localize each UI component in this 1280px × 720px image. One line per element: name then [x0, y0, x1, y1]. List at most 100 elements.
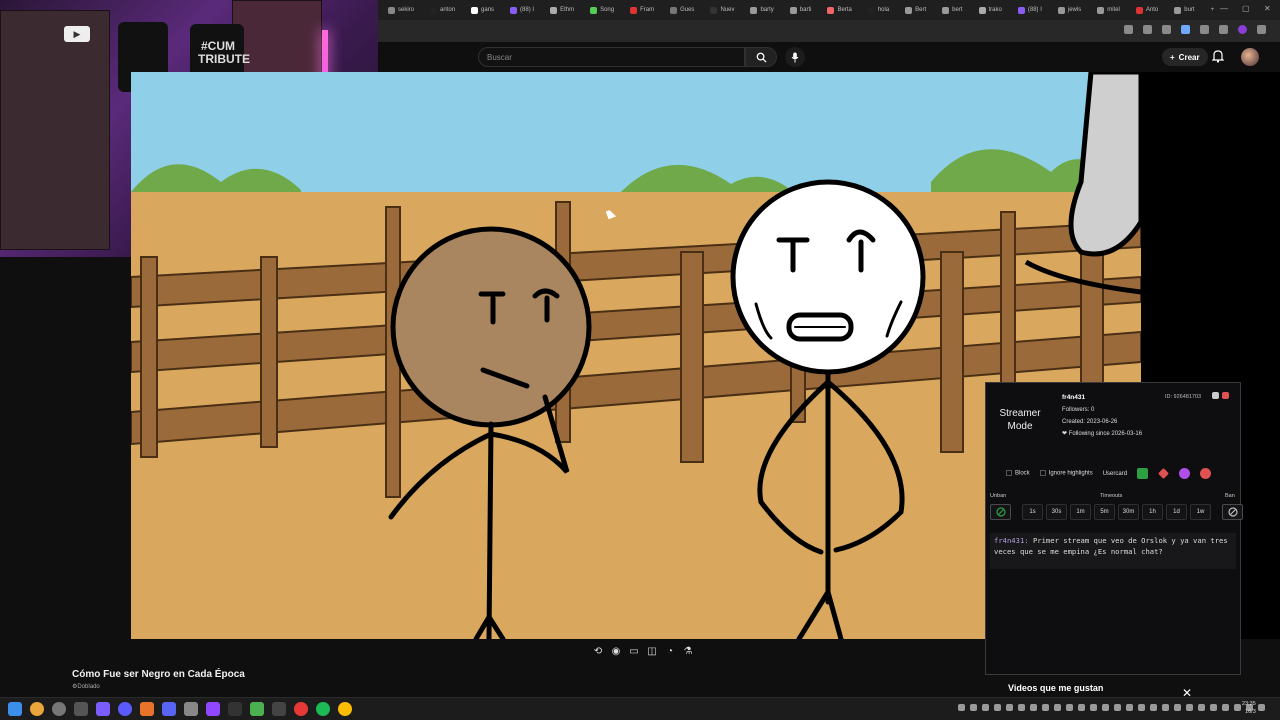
- browser-tab[interactable]: Berta: [821, 2, 857, 18]
- app-grid-icon[interactable]: [96, 702, 110, 716]
- tray-icon[interactable]: [1018, 704, 1025, 711]
- search-taskbar-icon[interactable]: [30, 702, 44, 716]
- tray-icon[interactable]: [1234, 704, 1241, 711]
- unban-button[interactable]: [990, 504, 1011, 520]
- tray-icon[interactable]: [1090, 704, 1097, 711]
- create-button[interactable]: + Crear: [1162, 48, 1208, 66]
- browser-tab[interactable]: gans: [465, 2, 500, 18]
- tray-icon[interactable]: [994, 704, 1001, 711]
- taskbar-clock[interactable]: 23:35 16/3: [1242, 700, 1256, 716]
- liked-videos-header[interactable]: Videos que me gustan: [1000, 679, 1200, 697]
- browser-tab[interactable]: Anto: [1130, 2, 1164, 18]
- experiment-icon[interactable]: ⚗: [682, 645, 694, 657]
- usercard-username[interactable]: fr4n431: [1062, 394, 1085, 401]
- unvip-gem-icon[interactable]: [1200, 468, 1212, 479]
- screenshot-icon[interactable]: ◫: [646, 645, 658, 657]
- menu-icon[interactable]: [1257, 25, 1266, 34]
- audio-icon[interactable]: ◉: [610, 645, 622, 657]
- tiktok-icon[interactable]: [228, 702, 242, 716]
- search-input[interactable]: Buscar: [478, 47, 745, 67]
- user-avatar[interactable]: [1241, 48, 1259, 66]
- tray-icon[interactable]: [1102, 704, 1109, 711]
- app-icon[interactable]: [184, 702, 198, 716]
- extension-icon[interactable]: [1162, 25, 1171, 34]
- tray-icon[interactable]: [1042, 704, 1049, 711]
- notifications-bell-icon[interactable]: [1212, 49, 1224, 63]
- profile-icon[interactable]: [1238, 25, 1247, 34]
- browser-tab[interactable]: barti: [784, 2, 818, 18]
- tray-icon[interactable]: [1174, 704, 1181, 711]
- browser-tab[interactable]: sekiro: [382, 2, 420, 18]
- chrome-icon[interactable]: [338, 702, 352, 716]
- block-checkbox[interactable]: [1006, 470, 1012, 477]
- browser-tab[interactable]: anton: [424, 2, 461, 18]
- tray-icon[interactable]: [1150, 704, 1157, 711]
- tray-icon[interactable]: [970, 704, 977, 711]
- browser-tab[interactable]: mitel: [1091, 2, 1126, 18]
- browser-tab[interactable]: bert: [936, 2, 968, 18]
- extension-icon[interactable]: [1200, 25, 1209, 34]
- browser-tab[interactable]: (88) I: [504, 2, 540, 18]
- maximize-icon[interactable]: ▢: [1242, 4, 1250, 13]
- browser-tab[interactable]: (88) I: [1012, 2, 1048, 18]
- sword-icon[interactable]: [1158, 468, 1169, 479]
- bookmark-star-icon[interactable]: [1143, 25, 1152, 34]
- timeout-30s-button[interactable]: 30s: [1046, 504, 1067, 520]
- tray-icon[interactable]: [1126, 704, 1133, 711]
- app-icon[interactable]: [294, 702, 308, 716]
- browser-tab[interactable]: Fram: [624, 2, 660, 18]
- tray-icon[interactable]: [1138, 704, 1145, 711]
- tray-icon[interactable]: [1054, 704, 1061, 711]
- tray-icon[interactable]: [958, 704, 965, 711]
- ignore-checkbox[interactable]: [1039, 470, 1046, 477]
- browser-tab[interactable]: burt: [1168, 2, 1200, 18]
- app-icon[interactable]: [250, 702, 264, 716]
- vpn-icon[interactable]: [118, 702, 132, 716]
- mod-icon[interactable]: [1137, 468, 1149, 479]
- timeout-1w-button[interactable]: 1w: [1190, 504, 1211, 520]
- chatterino-icon[interactable]: [272, 702, 286, 716]
- voice-search-button[interactable]: [785, 47, 805, 67]
- usercard-link[interactable]: Usercard: [1103, 471, 1127, 477]
- loop-icon[interactable]: ⟲: [592, 645, 604, 657]
- tray-icon[interactable]: [1114, 704, 1121, 711]
- minimize-icon[interactable]: —: [1220, 4, 1228, 13]
- ban-button[interactable]: [1222, 504, 1243, 520]
- tray-icon[interactable]: [1066, 704, 1073, 711]
- browser-tab[interactable]: trako: [973, 2, 1008, 18]
- windows-start-icon[interactable]: [8, 702, 22, 716]
- tray-icon[interactable]: [1186, 704, 1193, 711]
- search-button[interactable]: [745, 47, 777, 67]
- extension-icon[interactable]: [1181, 25, 1190, 34]
- browser-tab[interactable]: Ethm: [544, 2, 580, 18]
- browser-tab[interactable]: Song: [584, 2, 620, 18]
- timeout-1m-button[interactable]: 1m: [1070, 504, 1091, 520]
- tray-icon[interactable]: [982, 704, 989, 711]
- brave-icon[interactable]: [140, 702, 154, 716]
- timeout-5m-button[interactable]: 5m: [1094, 504, 1115, 520]
- tray-icon[interactable]: [1078, 704, 1085, 711]
- puzzle-icon[interactable]: [1219, 25, 1228, 34]
- browser-tab[interactable]: hola: [862, 2, 895, 18]
- block-option[interactable]: Block: [1006, 470, 1030, 477]
- spotify-icon[interactable]: [316, 702, 330, 716]
- timeout-1h-button[interactable]: 1h: [1142, 504, 1163, 520]
- tray-icon[interactable]: [1222, 704, 1229, 711]
- discord-icon[interactable]: [162, 702, 176, 716]
- tray-icon[interactable]: [1030, 704, 1037, 711]
- copy-icon[interactable]: [1212, 392, 1219, 399]
- twitch-icon[interactable]: [206, 702, 220, 716]
- timeout-30m-button[interactable]: 30m: [1118, 504, 1139, 520]
- ignore-option[interactable]: Ignore highlights: [1039, 470, 1093, 477]
- tray-icon[interactable]: [1198, 704, 1205, 711]
- tray-icon[interactable]: [1006, 704, 1013, 711]
- task-view-icon[interactable]: [74, 702, 88, 716]
- miniplayer-icon[interactable]: ▭: [628, 645, 640, 657]
- obs-icon[interactable]: [52, 702, 66, 716]
- tray-icon[interactable]: [1210, 704, 1217, 711]
- tray-icon[interactable]: [1162, 704, 1169, 711]
- browser-tab[interactable]: jewls: [1052, 2, 1087, 18]
- timeout-1d-button[interactable]: 1d: [1166, 504, 1187, 520]
- timeout-1s-button[interactable]: 1s: [1022, 504, 1043, 520]
- vip-gem-icon[interactable]: [1179, 468, 1191, 479]
